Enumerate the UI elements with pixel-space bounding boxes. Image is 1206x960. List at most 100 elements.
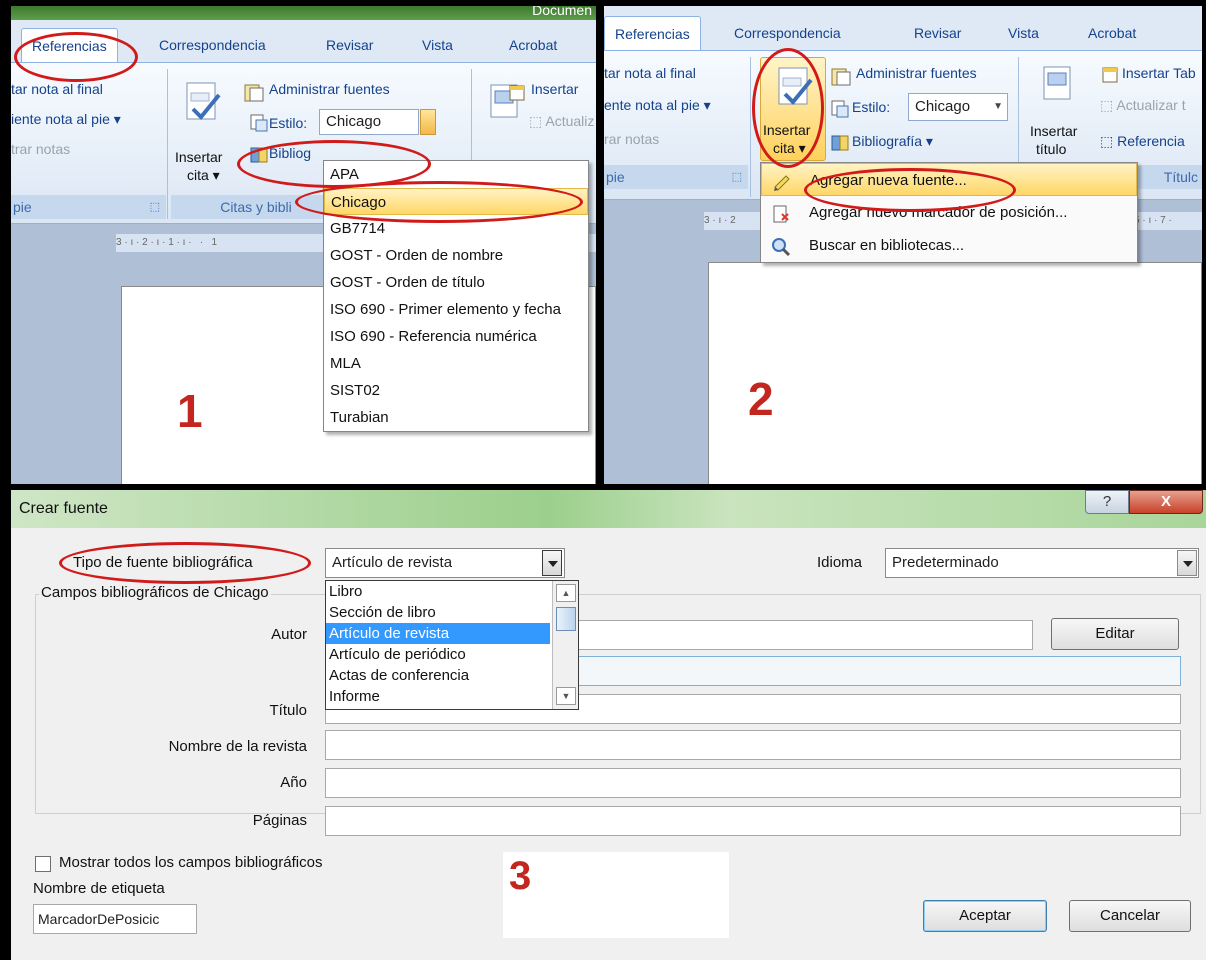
author-label: Autor [271, 626, 307, 643]
tab-correspondencia[interactable]: Correspondencia [149, 28, 276, 62]
style-dropdown-list: APA Chicago GB7714 GOST - Orden de nombr… [323, 160, 589, 432]
update-table-button[interactable]: ⬚ Actualiz [529, 113, 594, 130]
chevron-down-icon[interactable] [1177, 550, 1197, 576]
scroll-up-icon[interactable]: ▲ [556, 584, 576, 602]
source-type-option[interactable]: Informe [326, 686, 550, 707]
insert-citation-icon [778, 67, 813, 105]
style-combo-value: Chicago [326, 113, 382, 130]
menu-item-label: Agregar nuevo marcador de posición... [809, 204, 1068, 221]
style-icon [830, 99, 850, 119]
style-combo[interactable]: Chicago ▼ [908, 93, 1008, 121]
panel-step-1: Documen Referencias Correspondencia Revi… [11, 6, 596, 484]
source-type-option-selected[interactable]: Artículo de revista [326, 623, 550, 644]
menu-item-add-placeholder[interactable]: Agregar nuevo marcador de posición... [761, 196, 1137, 229]
tab-vista[interactable]: Vista [998, 16, 1049, 50]
manage-sources-icon [243, 83, 265, 103]
tag-name-field[interactable]: MarcadorDePosicic [33, 904, 197, 934]
insert-caption-label-2[interactable]: título [1036, 141, 1066, 157]
manage-sources-button[interactable]: Administrar fuentes [856, 65, 977, 81]
show-all-fields-label: Mostrar todos los campos bibliográficos [59, 854, 323, 871]
document-page[interactable] [708, 262, 1202, 484]
group-label-footnotes: pie ⬚ [11, 195, 166, 219]
dialog-launcher-icon[interactable]: ⬚ [732, 165, 742, 189]
step-number-2: 2 [748, 373, 774, 425]
chevron-down-icon[interactable]: ▼ [993, 94, 1003, 120]
style-option[interactable]: SIST02 [324, 377, 588, 404]
cross-reference-button[interactable]: ⬚ Referencia [1100, 133, 1185, 150]
cancel-button[interactable]: Cancelar [1069, 900, 1191, 932]
journal-name-field[interactable] [325, 730, 1181, 760]
scroll-down-icon[interactable]: ▼ [556, 687, 576, 705]
style-combo-value: Chicago [915, 98, 971, 115]
help-button[interactable]: ? [1085, 490, 1129, 514]
source-type-dropdown-list: Libro Sección de libro Artículo de revis… [325, 580, 579, 710]
insert-citation-menu: Agregar nueva fuente... Agregar nuevo ma… [760, 162, 1138, 263]
dialog-title-bar: Crear fuente [11, 490, 1206, 528]
next-footnote-button[interactable]: iente nota al pie ▾ [11, 111, 121, 128]
year-field[interactable] [325, 768, 1181, 798]
tab-revisar[interactable]: Revisar [316, 28, 383, 62]
bibliography-button[interactable]: Bibliografía ▾ [852, 133, 933, 150]
menu-item-label: Agregar nueva fuente... [810, 172, 967, 189]
chevron-down-icon[interactable] [542, 550, 562, 576]
window-title-bar: Documen [11, 6, 596, 20]
tab-referencias[interactable]: Referencias [21, 28, 118, 62]
scroll-thumb[interactable] [556, 607, 576, 631]
source-type-select[interactable]: Artículo de revista [325, 548, 565, 578]
horizontal-ruler-right: 5 · ı · 7 · [1134, 212, 1202, 230]
style-option[interactable]: ISO 690 - Referencia numérica [324, 323, 588, 350]
style-option[interactable]: GB7714 [324, 215, 588, 242]
tab-acrobat[interactable]: Acrobat [1078, 16, 1146, 50]
tab-referencias[interactable]: Referencias [604, 16, 701, 50]
source-type-option[interactable]: Actas de conferencia [326, 665, 550, 686]
update-table-button[interactable]: ⬚ Actualizar t [1100, 97, 1186, 114]
menu-item-add-new-source[interactable]: Agregar nueva fuente... [761, 163, 1137, 196]
bibliography-icon [249, 145, 271, 165]
next-footnote-button[interactable]: ente nota al pie ▾ [604, 97, 711, 114]
tab-revisar[interactable]: Revisar [904, 16, 971, 50]
list-scrollbar[interactable]: ▲ ▼ [552, 581, 578, 709]
source-type-option[interactable]: Sección de libro [326, 602, 550, 623]
style-option[interactable]: ISO 690 - Primer elemento y fecha [324, 296, 588, 323]
insert-citation-label-2[interactable]: cita ▾ [187, 167, 220, 184]
language-select[interactable]: Predeterminado [885, 548, 1199, 578]
manage-sources-button[interactable]: Administrar fuentes [269, 81, 390, 97]
tab-vista[interactable]: Vista [412, 28, 463, 62]
dialog-launcher-icon[interactable]: ⬚ [150, 195, 160, 219]
insert-table-of-figures-icon [507, 83, 527, 103]
insert-caption-label[interactable]: Insertar [1030, 123, 1077, 139]
insert-citation-icon[interactable] [183, 81, 223, 125]
style-option[interactable]: GOST - Orden de título [324, 269, 588, 296]
insert-citation-label[interactable]: Insertar [175, 149, 222, 165]
show-notes-button[interactable]: trar notas [11, 141, 70, 157]
tab-correspondencia[interactable]: Correspondencia [724, 16, 851, 50]
group-label-footnotes: pie ⬚ [604, 165, 748, 189]
menu-item-search-libraries[interactable]: Buscar en bibliotecas... [761, 229, 1137, 262]
source-type-option[interactable]: Libro [326, 581, 550, 602]
window-title: Documen [532, 6, 592, 18]
tab-acrobat[interactable]: Acrobat [499, 28, 567, 62]
show-all-fields-checkbox[interactable] [35, 856, 51, 872]
style-option-selected[interactable]: Chicago [324, 188, 588, 215]
insert-table-of-figures-button[interactable]: Insertar Tab [1122, 65, 1196, 81]
source-type-option[interactable]: Artículo de periódico [326, 644, 550, 665]
style-option[interactable]: MLA [324, 350, 588, 377]
insert-citation-button[interactable]: Insertar cita ▾ [760, 57, 826, 161]
insert-endnote-button[interactable]: tar nota al final [604, 65, 696, 81]
style-option[interactable]: APA [324, 161, 588, 188]
style-option[interactable]: GOST - Orden de nombre [324, 242, 588, 269]
bibliography-button[interactable]: Bibliog [269, 145, 311, 161]
ok-button[interactable]: Aceptar [923, 900, 1047, 932]
insert-table-of-figures-button[interactable]: Insertar [531, 81, 578, 97]
insert-caption-icon[interactable] [1042, 65, 1072, 101]
style-option[interactable]: Turabian [324, 404, 588, 431]
edit-button[interactable]: Editar [1051, 618, 1179, 650]
close-button[interactable]: X [1129, 490, 1203, 514]
insert-citation-label: Insertar [763, 122, 811, 138]
insert-endnote-button[interactable]: tar nota al final [11, 81, 103, 97]
style-combo-dropdown-button[interactable] [420, 109, 436, 135]
title-label: Título [269, 702, 307, 719]
pages-field[interactable] [325, 806, 1181, 836]
show-notes-button[interactable]: rar notas [604, 131, 659, 147]
style-combo[interactable]: Chicago [319, 109, 419, 135]
